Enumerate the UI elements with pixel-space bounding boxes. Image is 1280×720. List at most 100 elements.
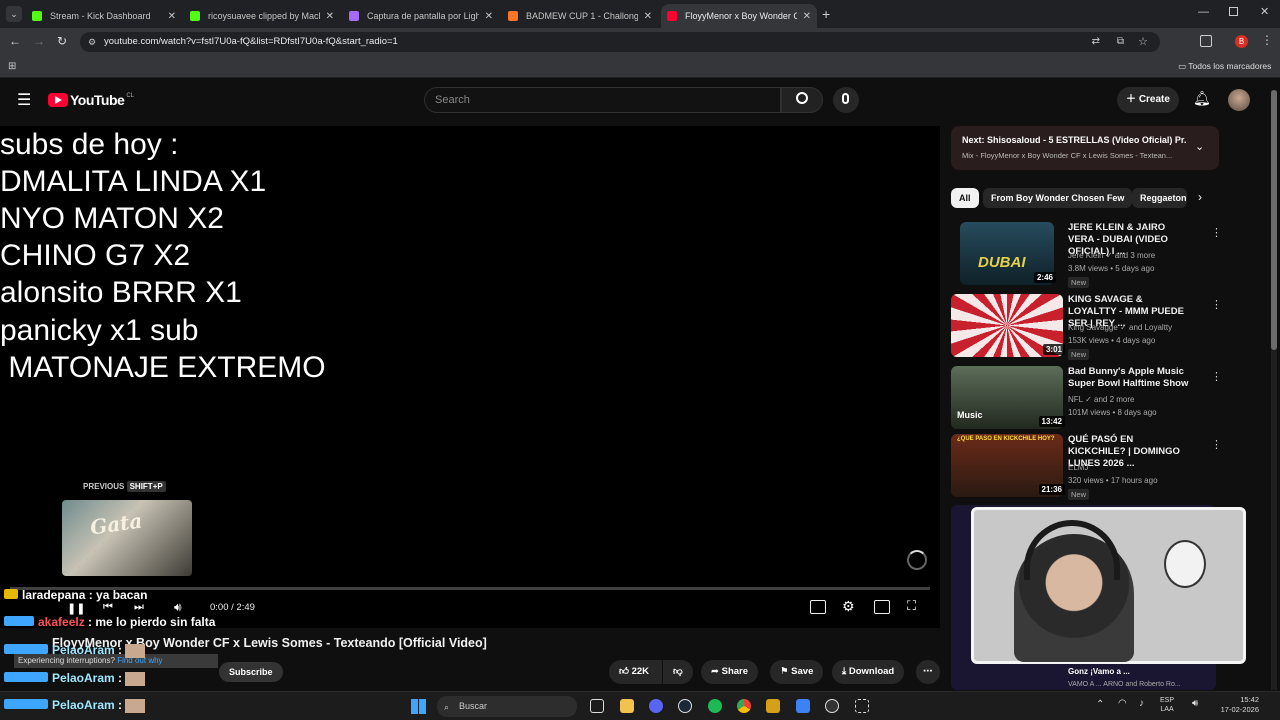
spotify-icon[interactable] — [708, 699, 722, 713]
extensions-icon[interactable] — [1200, 35, 1212, 47]
search-input[interactable]: Search — [424, 87, 781, 113]
tray-chevron-icon[interactable]: ⌃ — [1096, 699, 1104, 710]
fullscreen-icon[interactable]: ⛶ — [907, 598, 916, 614]
dislike-button[interactable]: 👎︎ — [663, 660, 693, 684]
recommendation-item[interactable]: 3:01 KING SAVAGE & LOYALTTY - MMM PUEDE … — [951, 294, 1222, 360]
more-vert-icon[interactable]: ⋮ — [1211, 298, 1222, 311]
voice-search-button[interactable] — [833, 87, 859, 113]
address-bar[interactable]: ⚙ youtube.com/watch?v=fstI7U0a-fQ&list=R… — [80, 32, 1160, 52]
tab-challonge[interactable]: BADMEW CUP 1 - Challonge ✕ — [502, 4, 658, 28]
previous-track-icon[interactable]: ⏮︎ — [103, 601, 113, 614]
chat-message: PelaoAram : — [4, 643, 146, 658]
tab-search-icon[interactable]: ⌄ — [6, 6, 22, 22]
download-icon: ⤓ — [842, 666, 847, 677]
like-button[interactable]: 👍︎ 22K — [609, 660, 662, 684]
close-tab-icon[interactable]: ✕ — [168, 11, 176, 22]
bookmark-star-icon[interactable]: ☆ — [1138, 32, 1148, 52]
all-bookmarks[interactable]: ▭ Todos los marcadores — [1178, 61, 1271, 72]
profile-avatar[interactable]: B — [1235, 35, 1248, 48]
mic-tray-icon[interactable]: ♪ — [1139, 698, 1144, 709]
challonge-favicon-icon — [508, 11, 518, 21]
tab-kick-dashboard[interactable]: Stream - Kick Dashboard ✕ — [26, 4, 182, 28]
back-icon[interactable]: ← — [9, 34, 21, 48]
reload-icon[interactable]: ↻ — [57, 34, 67, 48]
recommendation-item[interactable]: ¿QUE PASO EN KICKCHILE HOY? 21:36 QUÉ PAS… — [951, 434, 1222, 500]
save-button[interactable]: ⚑ Save — [770, 660, 824, 684]
volume-icon[interactable]: 🔊︎ — [174, 600, 182, 615]
apps-grid-icon[interactable]: ⊞ — [8, 61, 16, 72]
file-explorer-icon[interactable] — [620, 699, 634, 713]
youtube-favicon-icon — [667, 11, 677, 21]
scroll-thumb[interactable] — [1271, 90, 1277, 350]
chevron-down-icon[interactable]: ⌄ — [1195, 140, 1204, 153]
chip-all[interactable]: All — [951, 188, 979, 208]
verified-icon: ✓ — [1105, 251, 1113, 260]
obs-icon[interactable] — [825, 699, 839, 713]
save-label: Save — [791, 666, 814, 677]
clock[interactable]: 15:42 17-02-2026 — [1215, 695, 1259, 715]
more-vert-icon[interactable]: ⋮ — [1211, 226, 1222, 239]
account-avatar[interactable] — [1228, 89, 1250, 111]
more-vert-icon[interactable]: ⋮ — [1211, 438, 1222, 451]
notes-icon[interactable] — [796, 699, 810, 713]
app-icon[interactable] — [766, 699, 780, 713]
network-tool-icon[interactable] — [855, 699, 869, 713]
chat-message: PelaoAram : — [4, 671, 146, 686]
settings-gear-icon[interactable]: ⚙ — [842, 598, 855, 615]
search-button[interactable] — [781, 87, 823, 113]
miniplayer-icon[interactable] — [874, 600, 890, 614]
create-button[interactable]: ＋ Create — [1117, 87, 1179, 113]
chrome-icon[interactable] — [737, 699, 751, 713]
tab-lightshot[interactable]: Captura de pantalla por Lightsh ✕ — [343, 4, 499, 28]
progress-bar[interactable] — [10, 587, 930, 590]
pause-icon[interactable]: ❚❚ — [67, 602, 85, 615]
recommendation-item[interactable]: DUBAI 2:46 JERE KLEIN & JAIRO VERA - DUBA… — [951, 222, 1222, 288]
plush-toy — [1164, 540, 1206, 588]
discord-icon[interactable] — [649, 699, 663, 713]
chip-boy-wonder[interactable]: From Boy Wonder Chosen Few — [983, 188, 1133, 208]
task-view-icon[interactable] — [590, 699, 604, 713]
tab-ricoysuavee[interactable]: ricoysuavee clipped by Machen ✕ — [184, 4, 340, 28]
previous-label: PREVIOUS SHIFT+P — [83, 481, 166, 492]
minimize-icon[interactable]: — — [1198, 6, 1209, 18]
recommendation-item[interactable]: Music 13:42 Bad Bunny's Apple Music Super… — [951, 366, 1222, 430]
next-track-icon[interactable]: ⏭︎ — [134, 601, 144, 614]
close-tab-icon[interactable]: ✕ — [644, 11, 652, 22]
next-label: Next: — [962, 135, 985, 145]
more-vert-icon[interactable]: ⋮ — [1211, 370, 1222, 383]
translate-icon[interactable]: ⇄ — [1092, 32, 1100, 52]
restore-icon[interactable] — [1229, 7, 1238, 16]
volume-tray-icon[interactable]: 🔊︎ — [1192, 698, 1198, 709]
youtube-logo[interactable]: YouTube CL — [48, 92, 134, 108]
next-up-panel[interactable]: Next: Shisosaloud - 5 ESTRELLAS (Video O… — [951, 126, 1219, 170]
previous-video-thumbnail[interactable]: Gata — [62, 500, 192, 576]
download-button[interactable]: ⤓ Download — [832, 660, 905, 684]
close-tab-icon[interactable]: ✕ — [326, 11, 334, 22]
close-window-icon[interactable]: ✕ — [1260, 5, 1269, 18]
close-tab-icon[interactable]: ✕ — [485, 11, 493, 22]
share-button[interactable]: ➦ Share — [701, 660, 759, 684]
more-actions-button[interactable]: ⋯ — [916, 660, 940, 684]
previous-thumb-text: Gata — [88, 508, 144, 540]
steam-icon[interactable] — [678, 699, 692, 713]
subscribe-button[interactable]: Subscribe — [219, 662, 283, 682]
site-info-icon[interactable]: ⚙ — [88, 32, 96, 52]
browser-menu-icon[interactable]: ⋮ — [1261, 33, 1273, 47]
page-scrollbar[interactable] — [1271, 90, 1277, 690]
taskbar-search[interactable]: ⌕ Buscar — [437, 696, 577, 717]
install-icon[interactable]: ⧉ — [1117, 32, 1124, 52]
hamburger-menu-icon[interactable]: ☰ — [17, 90, 31, 110]
chip-reggaeton[interactable]: Reggaeton — [1132, 188, 1187, 208]
windows-start-icon[interactable] — [411, 699, 426, 714]
chat-badge-icon — [4, 644, 48, 654]
wifi-icon[interactable]: ◠ — [1118, 698, 1127, 709]
new-tab-icon[interactable]: + — [822, 6, 830, 22]
captions-icon[interactable] — [810, 600, 826, 614]
tab-youtube-active[interactable]: FloyyMenor x Boy Wonder CF x ✕ — [661, 4, 817, 28]
chips-next-icon[interactable]: › — [1198, 190, 1202, 204]
close-tab-icon[interactable]: ✕ — [803, 11, 811, 22]
notifications-bell-icon[interactable]: 🔔︎ — [1193, 90, 1211, 107]
language-indicator[interactable]: ESP LAA — [1160, 696, 1174, 714]
chat-emote — [125, 643, 146, 658]
forward-icon[interactable]: → — [33, 34, 45, 48]
